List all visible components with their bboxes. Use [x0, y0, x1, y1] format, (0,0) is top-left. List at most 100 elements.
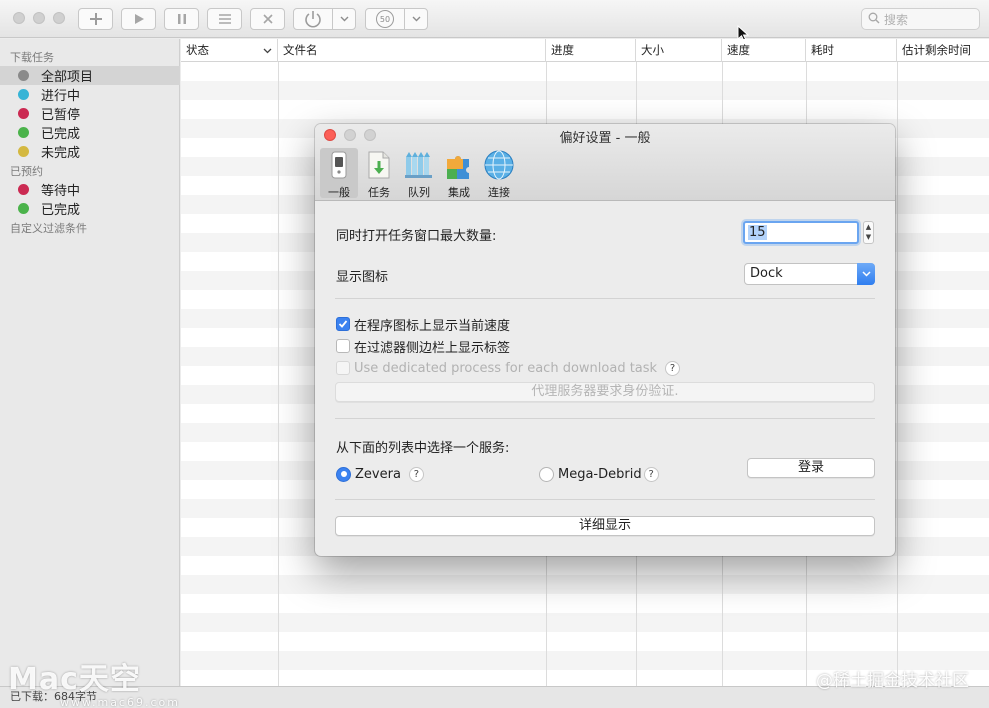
- status-dot-icon: [18, 184, 29, 195]
- integration-icon: [443, 149, 475, 181]
- divider: [335, 298, 875, 299]
- sidebar-item-label: 全部项目: [41, 70, 94, 85]
- sidebar-section-scheduled: 已预约: [10, 165, 43, 178]
- table-header: 状态 文件名 进度 大小 速度 耗时 估计剩余时间: [181, 39, 989, 62]
- column-header-remaining[interactable]: 估计剩余时间: [897, 39, 989, 62]
- sidebar-item-paused[interactable]: 已暂停: [0, 104, 180, 123]
- dialog-toolbar: 偏好设置 - 一般 一般 任务 队列 集成 连接: [315, 124, 895, 201]
- divider: [335, 499, 875, 500]
- window-minimize-button[interactable]: [33, 12, 45, 24]
- preferences-dialog: 偏好设置 - 一般 一般 任务 队列 集成 连接 同时打开任务窗口最大数量: 1…: [315, 124, 895, 556]
- column-divider: [278, 62, 279, 686]
- sidebar-item-label: 未完成: [41, 146, 81, 161]
- column-header-filename[interactable]: 文件名: [278, 39, 546, 62]
- tab-general[interactable]: 一般: [320, 148, 358, 199]
- power-menu-button[interactable]: [332, 8, 356, 30]
- play-icon: [133, 13, 145, 25]
- status-dot-icon: [18, 146, 29, 157]
- power-button[interactable]: [293, 8, 333, 30]
- sidebar-item-completed[interactable]: 已完成: [0, 123, 180, 142]
- window-close-button[interactable]: [13, 12, 25, 24]
- search-icon: [868, 12, 880, 27]
- tasks-icon: [363, 149, 395, 181]
- window-zoom-button[interactable]: [53, 12, 65, 24]
- pause-icon: [177, 13, 187, 25]
- show-speed-on-icon-checkbox[interactable]: 在程序图标上显示当前速度: [336, 315, 510, 334]
- list-icon: [218, 13, 232, 25]
- tab-connection[interactable]: 连接: [480, 148, 518, 199]
- column-header-progress[interactable]: 进度: [546, 39, 636, 62]
- resume-button[interactable]: [121, 8, 156, 30]
- divider: [335, 418, 875, 419]
- remove-button[interactable]: [250, 8, 285, 30]
- search-placeholder: 搜索: [884, 12, 909, 27]
- sidebar-item-all[interactable]: 全部项目: [0, 66, 180, 85]
- service-radio-zevera[interactable]: Zevera ?: [336, 465, 424, 483]
- sidebar-item-incomplete[interactable]: 未完成: [0, 142, 180, 161]
- help-icon[interactable]: ?: [665, 360, 681, 376]
- proxy-auth-button[interactable]: 代理服务器要求身份验证.: [335, 382, 875, 402]
- add-icon: [89, 12, 103, 26]
- sidebar-item-scheduled-completed[interactable]: 已完成: [0, 199, 180, 218]
- main-toolbar: 50 搜索: [0, 0, 989, 38]
- help-icon[interactable]: ?: [408, 466, 424, 482]
- sidebar-item-label: 进行中: [41, 89, 81, 104]
- service-radio-mega-debrid[interactable]: Mega-Debrid ?: [539, 465, 659, 483]
- max-windows-label: 同时打开任务窗口最大数量:: [336, 229, 497, 244]
- power-icon: [303, 9, 323, 29]
- connection-icon: [483, 149, 515, 181]
- column-header-speed[interactable]: 速度: [722, 39, 806, 62]
- status-dot-icon: [18, 203, 29, 214]
- speed-limit-button[interactable]: 50: [365, 8, 405, 30]
- speed-limit-menu-button[interactable]: [404, 8, 428, 30]
- sidebar-item-label: 已完成: [41, 203, 81, 218]
- chevron-down-icon: [412, 16, 421, 22]
- column-divider: [897, 62, 898, 686]
- show-icon-select[interactable]: Dock: [744, 263, 875, 285]
- column-header-elapsed[interactable]: 耗时: [806, 39, 897, 62]
- pause-button[interactable]: [164, 8, 199, 30]
- sidebar: 下载任务 全部项目 进行中 已暂停 已完成 未完成 已预约 等待中 已完成 自定…: [0, 39, 180, 686]
- general-icon: [323, 149, 355, 181]
- watermark-credit: @稀土掘金技术社区: [816, 671, 969, 691]
- show-icon-label: 显示图标: [336, 270, 389, 285]
- speed-limit-icon: 50: [376, 10, 394, 28]
- status-dot-icon: [18, 127, 29, 138]
- tab-integration[interactable]: 集成: [440, 148, 478, 199]
- queue-icon: [403, 149, 435, 181]
- sidebar-item-label: 已暂停: [41, 108, 81, 123]
- service-label: 从下面的列表中选择一个服务:: [336, 441, 510, 456]
- status-dot-icon: [18, 108, 29, 119]
- dedicated-process-checkbox[interactable]: Use dedicated process for each download …: [336, 359, 681, 377]
- max-windows-input[interactable]: 15: [743, 221, 859, 244]
- help-icon[interactable]: ?: [643, 466, 659, 482]
- checkmark-icon: [336, 317, 350, 331]
- status-dot-icon: [18, 89, 29, 100]
- column-header-size[interactable]: 大小: [636, 39, 722, 62]
- close-icon: [262, 13, 274, 25]
- sidebar-item-label: 已完成: [41, 127, 81, 142]
- tab-tasks[interactable]: 任务: [360, 148, 398, 199]
- max-windows-stepper[interactable]: ▲ ▼: [863, 221, 874, 244]
- show-labels-in-sidebar-checkbox[interactable]: 在过滤器侧边栏上显示标签: [336, 337, 510, 356]
- sidebar-section-downloads: 下载任务: [10, 51, 54, 64]
- chevron-down-icon: [263, 39, 272, 61]
- details-button[interactable]: 详细显示: [335, 516, 875, 536]
- chevron-down-icon: [857, 263, 875, 285]
- column-header-status[interactable]: 状态: [181, 39, 278, 62]
- sidebar-item-waiting[interactable]: 等待中: [0, 180, 180, 199]
- sidebar-item-label: 等待中: [41, 184, 81, 199]
- chevron-down-icon: ▼: [865, 233, 872, 241]
- dialog-title: 偏好设置 - 一般: [559, 131, 651, 146]
- add-download-button[interactable]: [78, 8, 113, 30]
- chevron-down-icon: [340, 16, 349, 22]
- status-dot-icon: [18, 70, 29, 81]
- chevron-up-icon: ▲: [865, 223, 872, 231]
- list-button[interactable]: [207, 8, 242, 30]
- sidebar-item-active[interactable]: 进行中: [0, 85, 180, 104]
- login-button[interactable]: 登录: [747, 458, 875, 478]
- watermark-logo: Mac天空 www.mac69.com: [8, 662, 180, 708]
- tab-queue[interactable]: 队列: [400, 148, 438, 199]
- search-field[interactable]: 搜索: [861, 8, 980, 30]
- sidebar-section-custom-filters[interactable]: 自定义过滤条件: [10, 220, 87, 236]
